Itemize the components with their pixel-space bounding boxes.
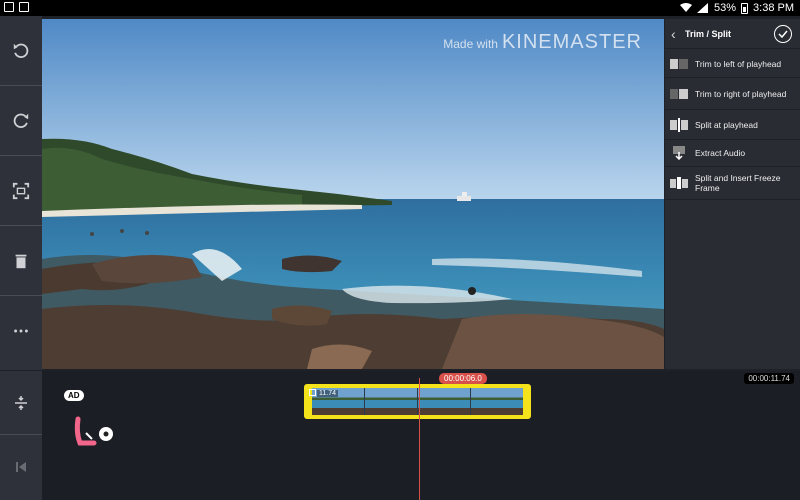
clip-duration: 11.74 xyxy=(317,390,338,397)
signal-icon xyxy=(697,3,708,13)
back-chevron-icon[interactable]: ‹ xyxy=(671,26,683,42)
timeline-expand-button[interactable] xyxy=(0,371,42,435)
freeze-frame-label: Split and Insert Freeze Frame xyxy=(695,173,781,193)
clipboard-notification-icon xyxy=(19,2,29,12)
clock: 3:38 PM xyxy=(753,2,794,14)
battery-icon xyxy=(741,2,749,14)
wifi-icon xyxy=(680,3,692,12)
trim-split-panel: ‹ Trim / Split Trim to left of playhead … xyxy=(665,19,800,369)
extract-audio-label: Extract Audio xyxy=(695,148,746,158)
trim-right-label: Trim to right of playhead xyxy=(695,88,787,99)
trim-left-icon xyxy=(670,58,688,69)
extract-audio-option[interactable]: Extract Audio xyxy=(665,140,800,167)
redo-icon xyxy=(13,113,29,128)
image-notification-icon xyxy=(4,2,14,12)
expand-tracks-icon xyxy=(15,395,27,410)
video-preview[interactable]: Made with KINEMASTER xyxy=(42,19,664,369)
total-time: 00:00:11.74 xyxy=(744,373,794,384)
trim-right-option[interactable]: Trim to right of playhead xyxy=(665,78,800,110)
split-icon xyxy=(670,117,688,132)
battery-percent: 53% xyxy=(714,2,737,14)
clip-thumbnail xyxy=(365,388,418,415)
fullscreen-button[interactable] xyxy=(0,156,42,226)
check-icon xyxy=(778,30,788,39)
watermark: Made with KINEMASTER xyxy=(443,31,642,54)
redo-button[interactable] xyxy=(0,86,42,156)
ad-badge[interactable]: AD xyxy=(64,390,84,401)
extract-audio-icon xyxy=(673,146,685,160)
jump-to-start-button[interactable] xyxy=(0,435,42,499)
split-option[interactable]: Split at playhead xyxy=(665,110,800,140)
video-clip[interactable]: 11.74 xyxy=(304,384,531,419)
clip-thumbnail xyxy=(471,388,523,415)
freeze-frame-option[interactable]: Split and Insert Freeze Frame xyxy=(665,167,800,200)
clip-thumbnails xyxy=(312,388,523,415)
timeline-toolbar xyxy=(0,371,42,500)
current-time: 00:00:06.0 xyxy=(439,373,487,384)
undo-icon xyxy=(13,43,29,58)
more-icon xyxy=(14,329,28,333)
split-label: Split at playhead xyxy=(695,119,758,130)
clip-thumbnail xyxy=(418,388,471,415)
trim-left-label: Trim to left of playhead xyxy=(695,58,782,69)
trash-icon xyxy=(15,254,27,268)
ad-logo-icon[interactable] xyxy=(72,415,116,449)
confirm-checkmark-button[interactable] xyxy=(774,25,792,43)
watermark-brand: KINEMASTER xyxy=(501,31,642,53)
left-toolbar xyxy=(0,16,42,370)
status-bar: 53% 3:38 PM xyxy=(0,0,800,16)
freeze-frame-icon xyxy=(670,177,688,189)
panel-title: Trim / Split xyxy=(685,28,732,39)
film-strip-icon xyxy=(309,389,316,396)
skip-back-icon xyxy=(16,462,26,472)
playhead[interactable] xyxy=(419,378,420,500)
fullscreen-icon xyxy=(12,182,30,199)
trim-left-option[interactable]: Trim to left of playhead xyxy=(665,50,800,78)
watermark-prefix: Made with xyxy=(443,37,498,51)
undo-button[interactable] xyxy=(0,16,42,86)
more-button[interactable] xyxy=(0,296,42,366)
delete-button[interactable] xyxy=(0,226,42,296)
beach-scene xyxy=(42,19,664,369)
trim-right-icon xyxy=(670,88,688,99)
